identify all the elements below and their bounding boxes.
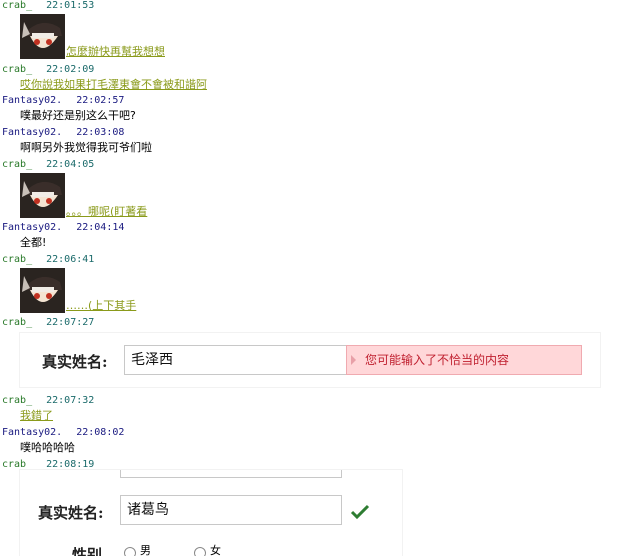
timestamp: 22:02:09 xyxy=(46,64,95,75)
radio-female-label: 女 xyxy=(210,544,221,556)
chat-header: Fantasy02. 22:08:02 xyxy=(2,427,124,439)
timestamp: 22:03:08 xyxy=(76,127,125,138)
username: crab_ xyxy=(2,0,33,11)
chat-header: Fantasy02. 22:04:14 xyxy=(2,222,124,234)
error-text: 您可能输入了不恰当的内容 xyxy=(365,353,510,367)
chat-header: Fantasy02. 22:02:57 xyxy=(2,95,124,107)
previous-field xyxy=(120,470,342,478)
avatar-icon xyxy=(20,173,65,218)
chat-message[interactable]: 哎你說我如果打毛澤東會不會被和諧阿 xyxy=(20,78,207,92)
timestamp: 22:07:32 xyxy=(46,395,95,406)
timestamp: 22:02:57 xyxy=(76,95,125,106)
chat-header: crab_ 22:07:32 xyxy=(2,395,94,407)
chat-message[interactable]: ……(上下其手 xyxy=(66,299,136,313)
form-screenshot: 真实姓名: 诸葛鸟 性别 男 女 xyxy=(20,470,402,556)
timestamp: 22:08:02 xyxy=(76,427,125,438)
radio-male[interactable] xyxy=(124,547,136,556)
username: Fantasy02. xyxy=(2,127,63,138)
chat-header: crab_ 22:04:05 xyxy=(2,159,94,171)
error-message: 您可能输入了不恰当的内容 xyxy=(346,345,582,375)
username: crab_ xyxy=(2,317,33,328)
username: Fantasy02. xyxy=(2,95,63,106)
avatar-icon xyxy=(20,14,65,59)
chat-header: crab_ 22:06:41 xyxy=(2,254,94,266)
timestamp: 22:01:53 xyxy=(46,0,95,11)
timestamp: 22:04:05 xyxy=(46,159,95,170)
timestamp: 22:08:19 xyxy=(46,459,95,470)
username: crab_ xyxy=(2,64,33,75)
real-name-field[interactable]: 毛泽西 xyxy=(124,345,348,375)
avatar-icon xyxy=(20,268,65,313)
form-screenshot: 真实姓名: 毛泽西 您可能输入了不恰当的内容 xyxy=(20,333,600,387)
radio-male-label: 男 xyxy=(140,544,151,556)
name-label: 真实姓名: xyxy=(38,504,104,522)
timestamp: 22:07:27 xyxy=(46,317,95,328)
checkmark-icon xyxy=(350,504,370,520)
radio-female[interactable] xyxy=(194,547,206,556)
chat-header: crab_ 22:01:53 xyxy=(2,0,94,12)
chat-message[interactable]: 怎麼辦快再幫我想想 xyxy=(66,45,165,59)
username: Fantasy02. xyxy=(2,222,63,233)
chat-message: 全都! xyxy=(20,236,47,249)
chat-header: crab_ 22:02:09 xyxy=(2,64,94,76)
chat-message: 噗哈哈哈哈 xyxy=(20,441,75,454)
chat-header: crab_ 22:07:27 xyxy=(2,317,94,329)
gender-label: 性别 xyxy=(72,546,103,556)
timestamp: 22:04:14 xyxy=(76,222,125,233)
username: crab_ xyxy=(2,159,33,170)
name-label: 真实姓名: xyxy=(42,353,108,371)
username: crab_ xyxy=(2,254,33,265)
real-name-field[interactable]: 诸葛鸟 xyxy=(120,495,342,525)
username: crab_ xyxy=(2,459,33,470)
username: Fantasy02. xyxy=(2,427,63,438)
chat-message: 啊啊另外我觉得我可爷们啦 xyxy=(20,141,152,154)
chat-message[interactable]: 我錯了 xyxy=(20,409,53,423)
chat-message[interactable]: 。。。哪呢(盯著看 xyxy=(66,205,147,219)
username: crab_ xyxy=(2,395,33,406)
chat-message: 噗最好还是别这么干吧? xyxy=(20,109,136,122)
error-arrow-icon xyxy=(351,355,356,365)
chat-header: Fantasy02. 22:03:08 xyxy=(2,127,124,139)
timestamp: 22:06:41 xyxy=(46,254,95,265)
